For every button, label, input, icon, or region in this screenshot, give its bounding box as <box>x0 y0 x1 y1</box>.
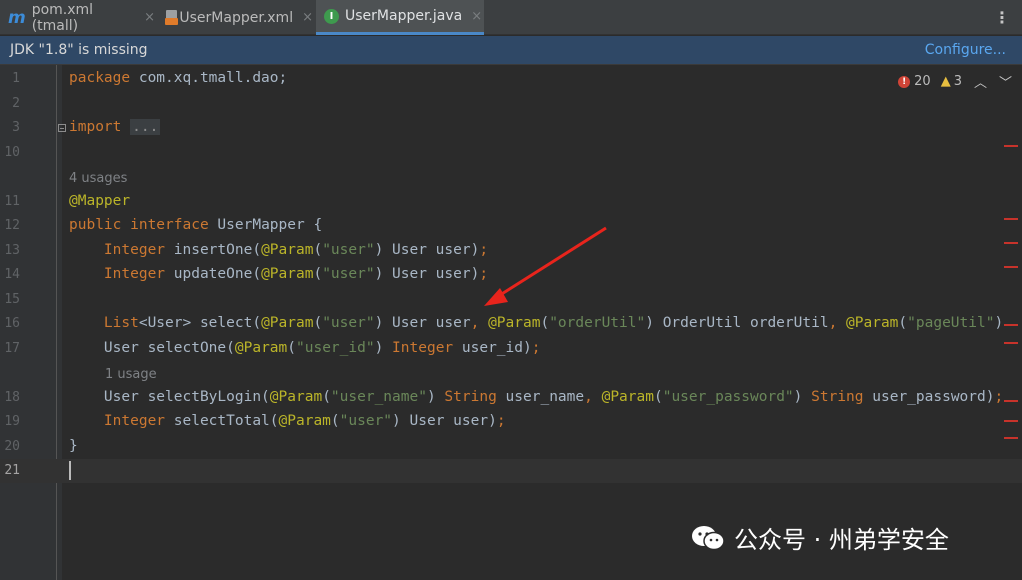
wechat-icon <box>692 525 725 550</box>
watermark-text: 公众号 · 州弟学安全 <box>734 526 949 554</box>
watermark: 公众号 · 州弟学安全 <box>690 520 949 555</box>
annotation-arrow <box>484 226 607 306</box>
